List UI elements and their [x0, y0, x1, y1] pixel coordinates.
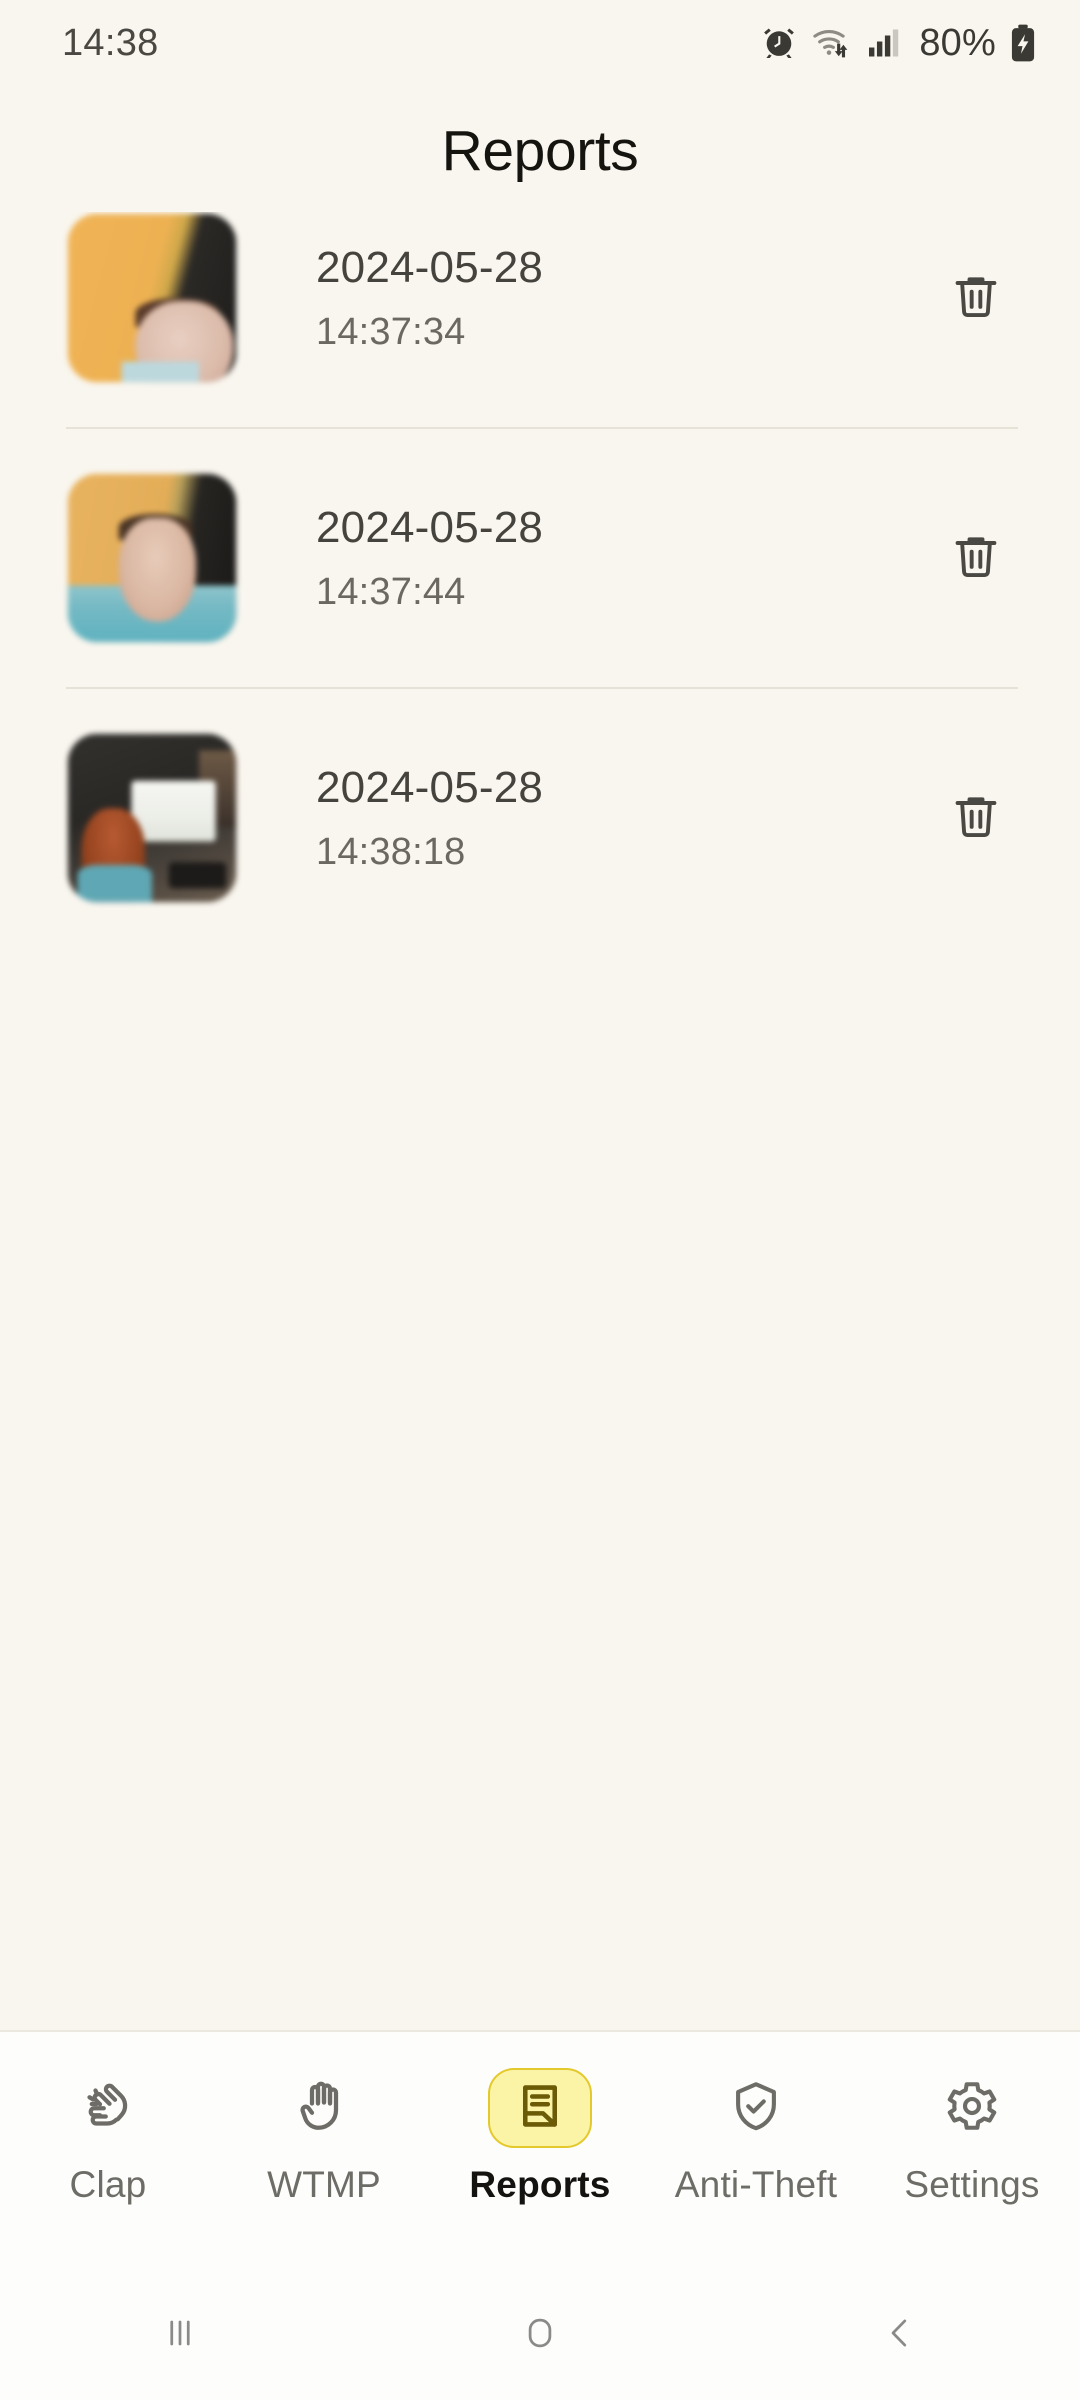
nav-label: Reports	[469, 2164, 611, 2205]
nav-item-clap[interactable]: Clap	[13, 2068, 203, 2206]
status-bar: 14:38 80%	[0, 0, 1080, 86]
shield-check-icon	[727, 2077, 785, 2140]
nav-label: WTMP	[267, 2164, 381, 2205]
back-button[interactable]	[810, 2270, 990, 2400]
page-title: Reports	[441, 119, 639, 183]
alarm-icon	[761, 25, 797, 61]
report-text: 2024-05-28 14:37:44	[238, 503, 930, 614]
recents-button[interactable]	[90, 2270, 270, 2400]
table-row[interactable]: 2024-05-28 14:37:34	[0, 212, 1080, 384]
document-report-icon	[514, 2080, 566, 2137]
system-navigation-bar	[0, 2270, 1080, 2400]
clapping-hands-icon	[78, 2076, 138, 2141]
table-row[interactable]: 2024-05-28 14:38:18	[0, 732, 1080, 904]
row-divider	[66, 687, 1018, 689]
report-text: 2024-05-28 14:37:34	[238, 243, 930, 354]
report-date: 2024-05-28	[316, 762, 544, 812]
wifi-icon	[811, 25, 853, 61]
bottom-navigation: Clap WTMP Reports Anti-Theft Settings	[0, 2030, 1080, 2270]
active-nav-pill	[488, 2068, 592, 2148]
nav-label: Anti-Theft	[674, 2164, 838, 2205]
nav-label: Clap	[69, 2164, 147, 2205]
report-time: 14:37:44	[316, 570, 466, 613]
home-button[interactable]	[450, 2270, 630, 2400]
report-time: 14:38:18	[316, 830, 466, 873]
nav-item-reports[interactable]: Reports	[445, 2068, 635, 2206]
nav-item-wtmp[interactable]: WTMP	[229, 2068, 419, 2206]
report-thumbnail[interactable]	[67, 473, 237, 643]
report-text: 2024-05-28 14:38:18	[238, 763, 930, 874]
phone-screen: 14:38 80% Reports 2024-05-28 14:37:34 20…	[0, 0, 1080, 2400]
trash-icon	[950, 790, 1002, 847]
status-bar-clock: 14:38	[62, 21, 159, 64]
trash-icon	[950, 530, 1002, 587]
recents-icon	[158, 2311, 202, 2360]
report-time: 14:37:34	[316, 310, 466, 353]
report-date: 2024-05-28	[316, 502, 544, 552]
reports-list: 2024-05-28 14:37:34 2024-05-28 14:37:44 …	[0, 212, 1080, 2030]
battery-charging-icon	[1010, 24, 1036, 62]
report-thumbnail[interactable]	[67, 213, 237, 383]
nav-item-anti-theft[interactable]: Anti-Theft	[661, 2068, 851, 2206]
report-date: 2024-05-28	[316, 242, 544, 292]
trash-icon	[950, 270, 1002, 327]
nav-item-settings[interactable]: Settings	[877, 2068, 1067, 2206]
delete-report-button[interactable]	[930, 512, 1022, 604]
gear-icon	[943, 2077, 1001, 2140]
report-thumbnail[interactable]	[67, 733, 237, 903]
delete-report-button[interactable]	[930, 772, 1022, 864]
raised-hand-icon	[294, 2076, 354, 2141]
back-icon	[878, 2311, 922, 2360]
cellular-signal-icon	[867, 25, 901, 61]
battery-percentage: 80%	[919, 21, 996, 64]
home-icon	[518, 2311, 562, 2360]
status-bar-icons: 80%	[761, 22, 1036, 65]
table-row[interactable]: 2024-05-28 14:37:44	[0, 472, 1080, 644]
nav-label: Settings	[904, 2164, 1040, 2205]
row-divider	[66, 427, 1018, 429]
delete-report-button[interactable]	[930, 252, 1022, 344]
